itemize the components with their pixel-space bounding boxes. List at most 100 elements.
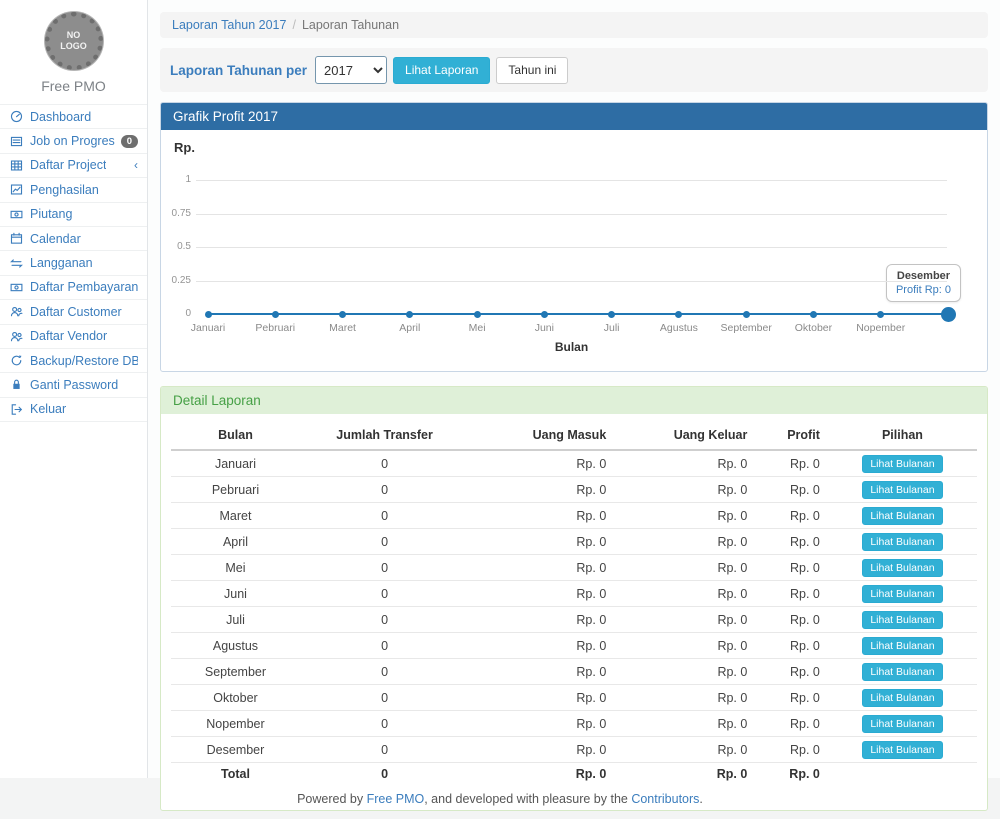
chart-point[interactable] bbox=[474, 311, 481, 318]
column-header: Uang Keluar bbox=[614, 422, 755, 450]
chart-gridline bbox=[196, 180, 947, 181]
table-row: Maret0Rp. 0Rp. 0Rp. 0Lihat Bulanan bbox=[171, 503, 977, 529]
table-row: Agustus0Rp. 0Rp. 0Rp. 0Lihat Bulanan bbox=[171, 633, 977, 659]
chart-point[interactable] bbox=[675, 311, 682, 318]
table-cell-action: Lihat Bulanan bbox=[828, 607, 977, 633]
profit-chart-panel: Grafik Profit 2017 Rp. Desember Profit R… bbox=[160, 102, 988, 372]
sidebar-item-daftar-vendor[interactable]: Daftar Vendor bbox=[0, 325, 147, 349]
sidebar-item-label: Calendar bbox=[30, 232, 81, 246]
sidebar-menu: Dashboard Job on Progress0Daftar Project‹… bbox=[0, 104, 147, 422]
sidebar-item-label: Ganti Password bbox=[30, 378, 118, 392]
sidebar-item-langganan[interactable]: Langganan bbox=[0, 251, 147, 275]
chart-y-tick: 0 bbox=[161, 308, 191, 320]
chart-series-line bbox=[208, 313, 948, 315]
table-row: Juni0Rp. 0Rp. 0Rp. 0Lihat Bulanan bbox=[171, 581, 977, 607]
sidebar-item-label: Backup/Restore DB bbox=[30, 354, 138, 368]
lihat-laporan-button[interactable]: Lihat Laporan bbox=[393, 57, 490, 84]
sidebar-item-daftar-customer[interactable]: Daftar Customer bbox=[0, 300, 147, 324]
sidebar-item-backup-restore-db[interactable]: Backup/Restore DB bbox=[0, 349, 147, 373]
table-cell: Rp. 0 bbox=[614, 711, 755, 737]
main-content: Laporan Tahun 2017/Laporan Tahunan Lapor… bbox=[148, 0, 1000, 778]
table-cell-action: Lihat Bulanan bbox=[828, 633, 977, 659]
table-cell: Rp. 0 bbox=[469, 529, 614, 555]
chart-gridline bbox=[196, 214, 947, 215]
lihat-bulanan-button[interactable]: Lihat Bulanan bbox=[862, 715, 942, 733]
table-cell-action: Lihat Bulanan bbox=[828, 477, 977, 503]
sidebar-item-piutang[interactable]: Piutang bbox=[0, 203, 147, 227]
chart-point[interactable] bbox=[406, 311, 413, 318]
contributors-link[interactable]: Contributors bbox=[631, 792, 699, 806]
table-cell: Rp. 0 bbox=[469, 581, 614, 607]
chart-point-active[interactable] bbox=[941, 307, 956, 322]
footer-text: , and developed with pleasure by the bbox=[424, 792, 631, 806]
table-cell: 0 bbox=[300, 607, 469, 633]
table-row: Mei0Rp. 0Rp. 0Rp. 0Lihat Bulanan bbox=[171, 555, 977, 581]
table-cell: Rp. 0 bbox=[755, 555, 828, 581]
chart-point[interactable] bbox=[608, 311, 615, 318]
filter-label: Laporan Tahunan per bbox=[170, 63, 307, 78]
sidebar-item-dashboard[interactable]: Dashboard bbox=[0, 105, 147, 129]
chart-tooltip: Desember Profit Rp: 0 bbox=[886, 264, 961, 302]
sidebar-item-ganti-password[interactable]: Ganti Password bbox=[0, 373, 147, 397]
sidebar-item-label: Keluar bbox=[30, 402, 66, 416]
sidebar-item-keluar[interactable]: Keluar bbox=[0, 398, 147, 422]
table-cell: Rp. 0 bbox=[614, 529, 755, 555]
table-cell: Rp. 0 bbox=[755, 450, 828, 477]
lihat-bulanan-button[interactable]: Lihat Bulanan bbox=[862, 689, 942, 707]
chart-point[interactable] bbox=[541, 311, 548, 318]
lihat-bulanan-button[interactable]: Lihat Bulanan bbox=[862, 455, 942, 473]
breadcrumb-link-year[interactable]: Laporan Tahun 2017 bbox=[172, 18, 286, 32]
lihat-bulanan-button[interactable]: Lihat Bulanan bbox=[862, 611, 942, 629]
table-cell-action: Lihat Bulanan bbox=[828, 659, 977, 685]
sidebar-item-label: Penghasilan bbox=[30, 183, 99, 197]
lihat-bulanan-button[interactable]: Lihat Bulanan bbox=[862, 663, 942, 681]
lihat-bulanan-button[interactable]: Lihat Bulanan bbox=[862, 559, 942, 577]
sidebar-item-job-on-progress[interactable]: Job on Progress0 bbox=[0, 129, 147, 153]
chart-y-tick: 1 bbox=[161, 174, 191, 186]
exchange-icon bbox=[9, 256, 24, 270]
chart-point[interactable] bbox=[810, 311, 817, 318]
table-cell: April bbox=[171, 529, 300, 555]
lihat-bulanan-button[interactable]: Lihat Bulanan bbox=[862, 585, 942, 603]
tasks-icon bbox=[9, 134, 24, 148]
table-cell: Rp. 0 bbox=[755, 503, 828, 529]
sidebar-item-penghasilan[interactable]: Penghasilan bbox=[0, 178, 147, 202]
chart-point[interactable] bbox=[743, 311, 750, 318]
tahun-ini-button[interactable]: Tahun ini bbox=[496, 57, 568, 84]
table-cell: September bbox=[171, 659, 300, 685]
column-header: Profit bbox=[755, 422, 828, 450]
chart-point[interactable] bbox=[205, 311, 212, 318]
lihat-bulanan-button[interactable]: Lihat Bulanan bbox=[862, 507, 942, 525]
sidebar-item-label: Dashboard bbox=[30, 110, 91, 124]
year-select[interactable]: 2017 bbox=[315, 56, 387, 84]
table-cell: Rp. 0 bbox=[755, 529, 828, 555]
total-cell: Rp. 0 bbox=[469, 763, 614, 785]
table-cell: Rp. 0 bbox=[469, 737, 614, 763]
chart-point[interactable] bbox=[339, 311, 346, 318]
lihat-bulanan-button[interactable]: Lihat Bulanan bbox=[862, 533, 942, 551]
sidebar-item-daftar-project[interactable]: Daftar Project‹ bbox=[0, 154, 147, 178]
table-cell: Agustus bbox=[171, 633, 300, 659]
table-cell: 0 bbox=[300, 503, 469, 529]
lock-icon bbox=[9, 378, 24, 392]
chart-point[interactable] bbox=[877, 311, 884, 318]
table-row: April0Rp. 0Rp. 0Rp. 0Lihat Bulanan bbox=[171, 529, 977, 555]
table-cell: Rp. 0 bbox=[469, 450, 614, 477]
sidebar-item-daftar-pembayaran[interactable]: Daftar Pembayaran bbox=[0, 276, 147, 300]
line-chart-icon bbox=[9, 183, 24, 197]
detail-panel-title: Detail Laporan bbox=[161, 387, 987, 414]
sidebar-item-label: Daftar Project bbox=[30, 158, 106, 172]
sidebar-item-calendar[interactable]: Calendar bbox=[0, 227, 147, 251]
chart-point[interactable] bbox=[272, 311, 279, 318]
lihat-bulanan-button[interactable]: Lihat Bulanan bbox=[862, 741, 942, 759]
table-cell: 0 bbox=[300, 737, 469, 763]
lihat-bulanan-button[interactable]: Lihat Bulanan bbox=[862, 481, 942, 499]
chart-panel-title: Grafik Profit 2017 bbox=[161, 103, 987, 130]
table-cell: Rp. 0 bbox=[614, 607, 755, 633]
total-cell: 0 bbox=[300, 763, 469, 785]
table-cell: Rp. 0 bbox=[469, 555, 614, 581]
column-header: Bulan bbox=[171, 422, 300, 450]
free-pmo-link[interactable]: Free PMO bbox=[367, 792, 425, 806]
lihat-bulanan-button[interactable]: Lihat Bulanan bbox=[862, 637, 942, 655]
chart-gridline bbox=[196, 247, 947, 248]
